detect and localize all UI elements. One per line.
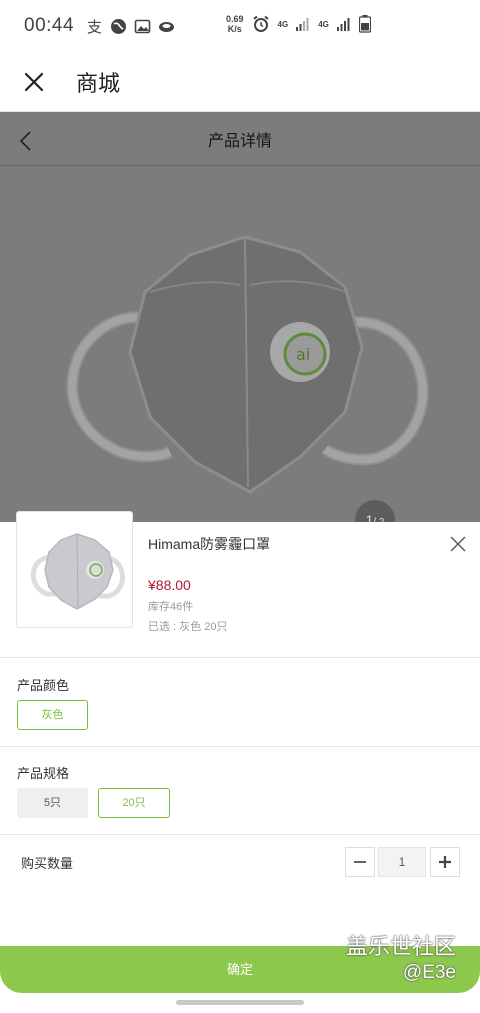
svg-text:支: 支 bbox=[87, 18, 102, 35]
mask-thumbnail-image bbox=[30, 533, 126, 610]
divider bbox=[0, 746, 480, 747]
network-speed: 0.69 K/s bbox=[226, 14, 244, 34]
product-detail-page-overlay[interactable]: 产品详情 ai 1/ 2 bbox=[0, 112, 480, 522]
svg-text:ai: ai bbox=[296, 345, 310, 364]
page-title: 产品详情 bbox=[207, 132, 272, 150]
alipay-icon: 支 bbox=[87, 18, 102, 35]
speed-value: 0.69 bbox=[226, 14, 244, 24]
product-hero-image[interactable]: ai bbox=[0, 167, 480, 522]
close-sheet-icon[interactable] bbox=[448, 534, 468, 554]
signal-icon-2 bbox=[336, 18, 350, 31]
color-option-gray[interactable]: 灰色 bbox=[17, 700, 88, 730]
sku-selection-sheet: Himama防雾霾口罩 ¥88.00 库存46件 已选 : 灰色 20只 产品颜… bbox=[0, 511, 480, 1013]
status-bar: 00:44 支 0.69 K/s 4G 4G bbox=[0, 0, 480, 52]
product-price: ¥88.00 bbox=[148, 577, 191, 593]
product-nav-bar: 产品详情 bbox=[0, 112, 480, 166]
watermark-line-1: 盖乐世社区 bbox=[346, 934, 457, 959]
minus-icon bbox=[354, 861, 366, 863]
notification-icons: 支 bbox=[86, 18, 175, 35]
quantity-input[interactable]: 1 bbox=[378, 847, 426, 877]
quantity-increase-button[interactable] bbox=[430, 847, 460, 877]
watermark: 盖乐世社区 @E3e bbox=[346, 934, 456, 986]
watermark-line-2: @E3e bbox=[402, 962, 457, 983]
spec-option-5[interactable]: 5只 bbox=[17, 788, 88, 818]
status-time: 00:44 bbox=[24, 15, 75, 36]
status-right: 0.69 K/s 4G 4G bbox=[226, 14, 371, 34]
close-icon bbox=[24, 72, 44, 91]
divider bbox=[0, 834, 480, 835]
spec-section-label: 产品规格 bbox=[17, 766, 70, 781]
color-section-label: 产品颜色 bbox=[17, 678, 70, 693]
plus-icon bbox=[439, 856, 451, 868]
back-icon[interactable] bbox=[18, 130, 32, 152]
cloud-icon bbox=[159, 21, 175, 32]
network-type-2: 4G bbox=[318, 19, 329, 29]
signal-icon bbox=[296, 18, 309, 31]
quantity-decrease-button[interactable] bbox=[345, 847, 375, 877]
product-thumbnail bbox=[16, 511, 133, 628]
close-button[interactable] bbox=[22, 70, 46, 94]
app-header: 商城 bbox=[0, 52, 480, 112]
network-type-1: 4G bbox=[277, 19, 289, 29]
alarm-icon bbox=[252, 15, 269, 32]
spec-option-20[interactable]: 20只 bbox=[98, 788, 170, 818]
battery-icon bbox=[358, 15, 371, 33]
gallery-icon bbox=[134, 19, 151, 33]
globe-icon bbox=[111, 18, 127, 34]
quantity-label: 购买数量 bbox=[21, 856, 74, 871]
divider bbox=[0, 657, 480, 658]
product-stock: 库存46件 bbox=[148, 601, 194, 613]
selected-summary: 已选 : 灰色 20只 bbox=[148, 621, 228, 633]
home-indicator[interactable] bbox=[176, 1000, 304, 1005]
product-name: Himama防雾霾口罩 bbox=[148, 536, 271, 552]
app-title: 商城 bbox=[76, 70, 121, 96]
speed-unit: K/s bbox=[227, 24, 242, 34]
